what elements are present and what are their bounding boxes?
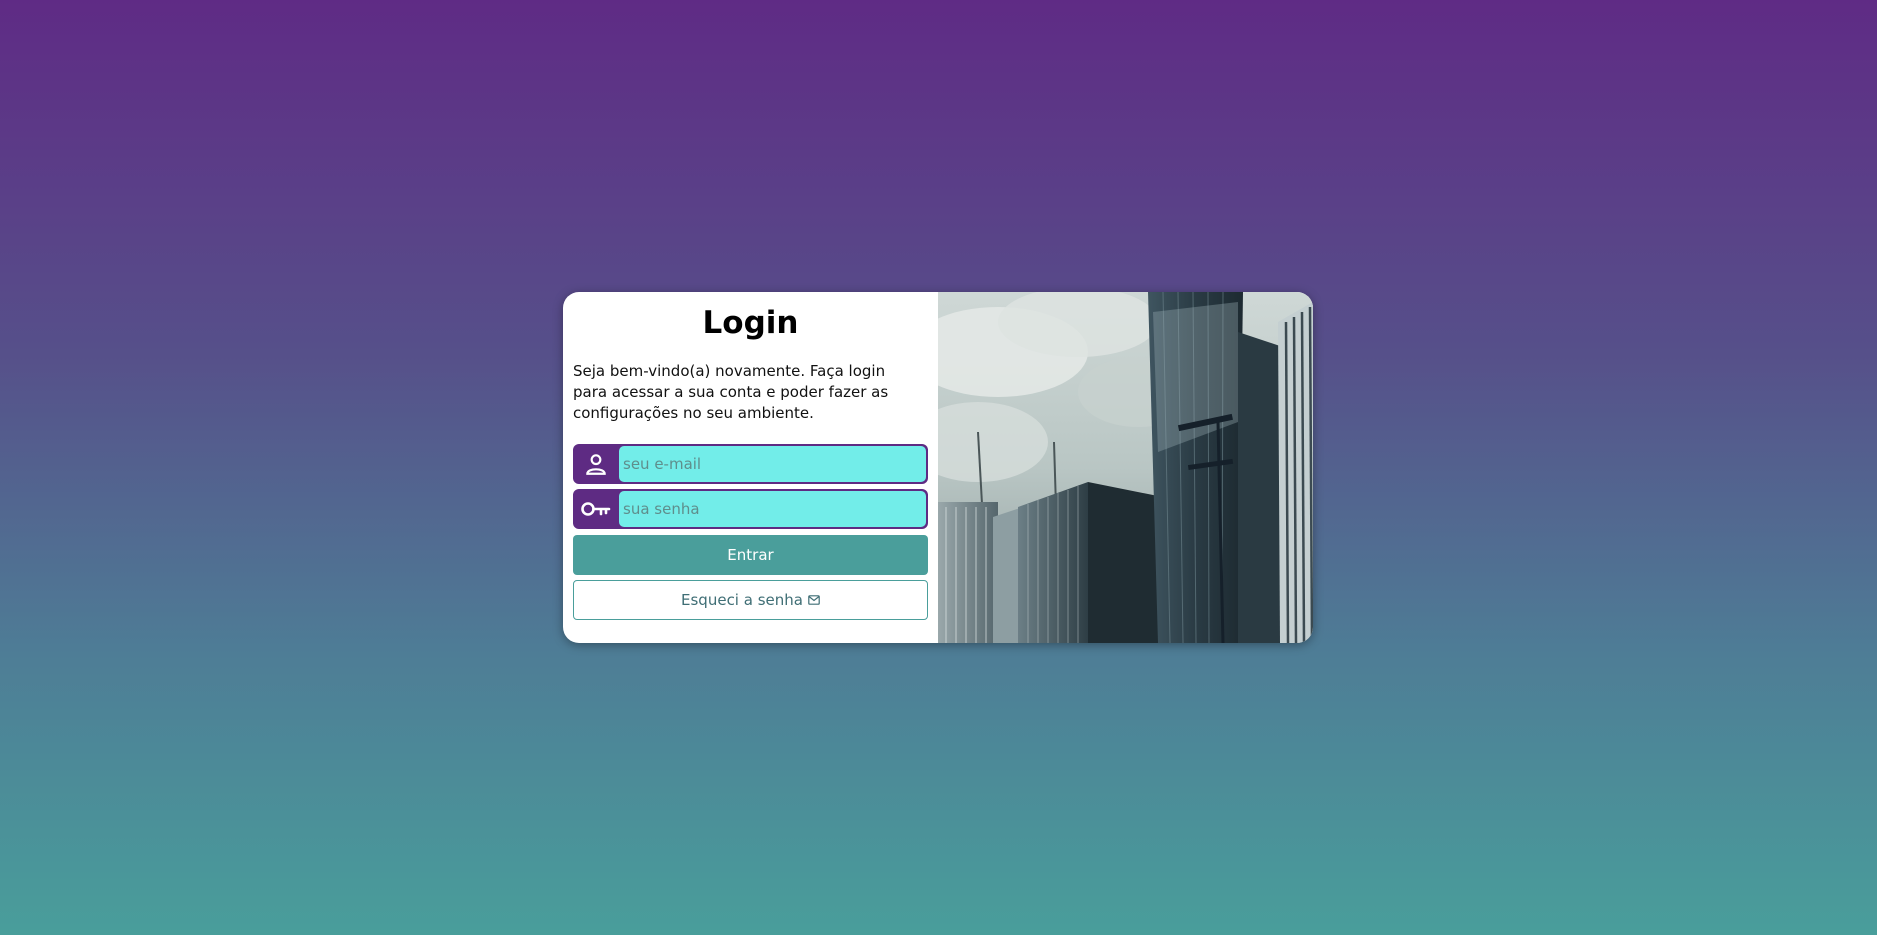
email-field[interactable] [619, 446, 926, 482]
password-input-group [573, 489, 928, 529]
password-field[interactable] [619, 491, 926, 527]
login-button[interactable]: Entrar [573, 535, 928, 575]
welcome-text: Seja bem-vindo(a) novamente. Faça login … [573, 362, 889, 422]
email-input-group [573, 444, 928, 484]
user-icon [573, 444, 619, 484]
login-card: Login Seja bem-vindo(a) novamente. Faça … [563, 292, 1313, 643]
buildings-photo [938, 292, 1313, 643]
page-title: Login [702, 305, 799, 341]
forgot-password-label: Esqueci a senha [681, 591, 803, 609]
login-form: Login Seja bem-vindo(a) novamente. Faça … [563, 292, 938, 643]
key-icon [573, 489, 619, 529]
envelope-icon [808, 595, 820, 605]
forgot-password-button[interactable]: Esqueci a senha [573, 580, 928, 620]
